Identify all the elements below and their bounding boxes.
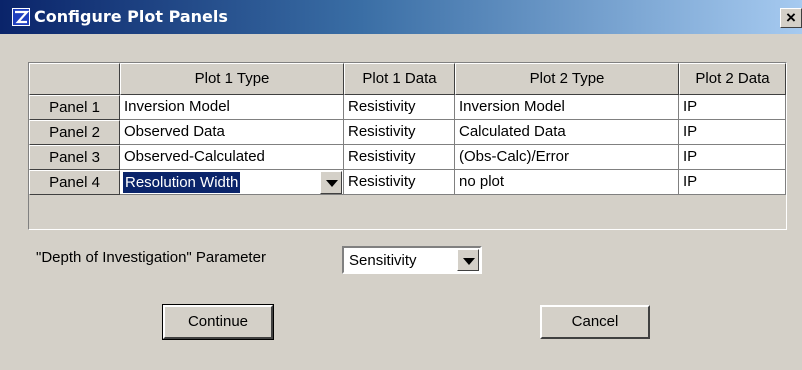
- column-header-plot1-data[interactable]: Plot 1 Data: [344, 63, 455, 95]
- cell-panel4-plot2-data[interactable]: IP: [679, 170, 786, 195]
- cell-panel1-plot2-data[interactable]: IP: [679, 95, 786, 120]
- window-title: Configure Plot Panels: [34, 7, 228, 26]
- cell-panel3-plot2-data[interactable]: IP: [679, 145, 786, 170]
- cancel-button[interactable]: Cancel: [540, 305, 650, 339]
- title-bar: Configure Plot Panels ×: [0, 0, 802, 34]
- doi-parameter-value: Sensitivity: [349, 252, 417, 269]
- plot1-type-dropdown[interactable]: Resolution Width: [120, 170, 344, 195]
- cell-panel1-plot1-type[interactable]: Inversion Model: [120, 95, 344, 120]
- cell-panel1-plot2-type[interactable]: Inversion Model: [455, 95, 679, 120]
- column-header-plot1-type[interactable]: Plot 1 Type: [120, 63, 344, 95]
- dropdown-selected-value: Resolution Width: [121, 171, 242, 194]
- plot-panels-table: Plot 1 Type Plot 1 Data Plot 2 Type Plot…: [28, 62, 787, 230]
- chevron-down-icon: [463, 258, 475, 265]
- doi-dropdown-button[interactable]: [457, 249, 479, 271]
- row-header-panel-4[interactable]: Panel 4: [29, 170, 120, 195]
- column-header-plot2-type[interactable]: Plot 2 Type: [455, 63, 679, 95]
- cell-panel4-plot2-type[interactable]: no plot: [455, 170, 679, 195]
- cell-panel2-plot2-type[interactable]: Calculated Data: [455, 120, 679, 145]
- cell-panel2-plot1-type[interactable]: Observed Data: [120, 120, 344, 145]
- column-header-plot2-data[interactable]: Plot 2 Data: [679, 63, 786, 95]
- app-logo-icon: [12, 8, 30, 26]
- row-header-panel-2[interactable]: Panel 2: [29, 120, 120, 145]
- cell-panel1-plot1-data[interactable]: Resistivity: [344, 95, 455, 120]
- chevron-down-icon: [326, 180, 338, 187]
- cell-panel3-plot2-type[interactable]: (Obs-Calc)/Error: [455, 145, 679, 170]
- corner-header: [29, 63, 120, 95]
- doi-parameter-label: "Depth of Investigation" Parameter: [36, 249, 266, 266]
- cell-panel2-plot2-data[interactable]: IP: [679, 120, 786, 145]
- cell-panel3-plot1-type[interactable]: Observed-Calculated: [120, 145, 344, 170]
- dropdown-button[interactable]: [320, 171, 342, 194]
- cell-panel4-plot1-data[interactable]: Resistivity: [344, 170, 455, 195]
- row-header-panel-3[interactable]: Panel 3: [29, 145, 120, 170]
- row-header-panel-1[interactable]: Panel 1: [29, 95, 120, 120]
- close-button[interactable]: ×: [780, 8, 802, 28]
- doi-parameter-select[interactable]: Sensitivity: [342, 246, 482, 274]
- cell-panel2-plot1-data[interactable]: Resistivity: [344, 120, 455, 145]
- cell-panel3-plot1-data[interactable]: Resistivity: [344, 145, 455, 170]
- continue-button[interactable]: Continue: [162, 304, 274, 340]
